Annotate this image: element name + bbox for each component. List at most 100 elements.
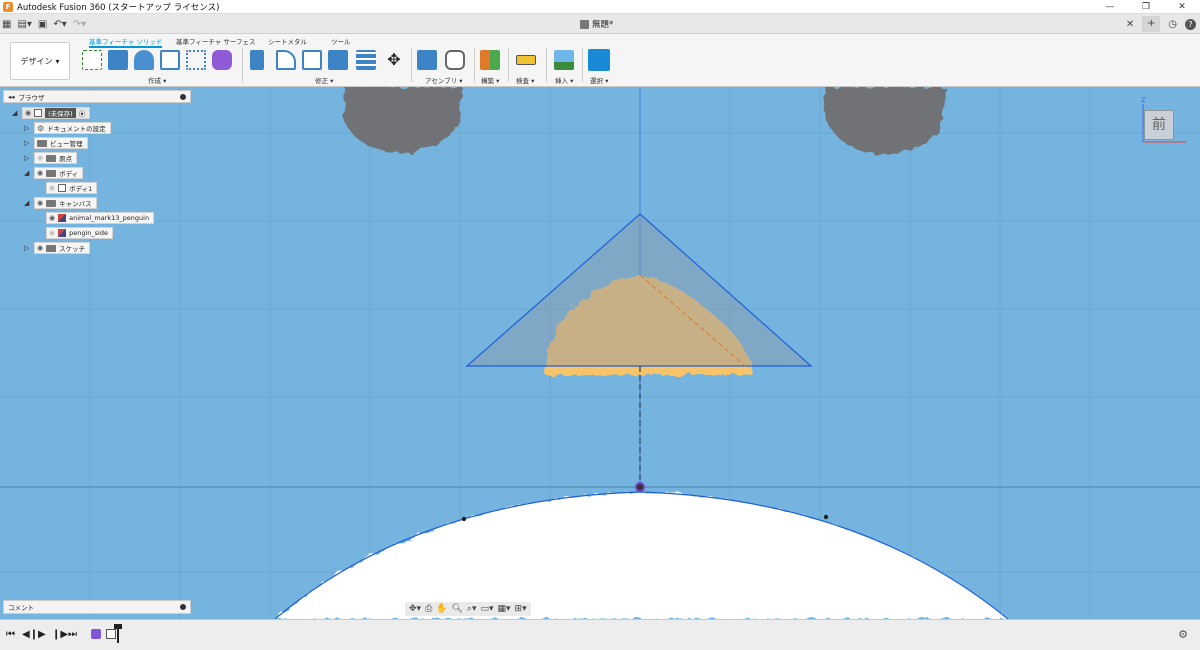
undo-icon[interactable]: ↶▾: [53, 19, 66, 30]
eye-icon[interactable]: ◉: [37, 169, 43, 177]
extrude-icon[interactable]: [108, 50, 128, 70]
browser-header[interactable]: ◂◂ ブラウザ: [3, 90, 191, 103]
document-tab[interactable]: 無題*: [580, 18, 613, 30]
pan-icon[interactable]: ✋: [436, 604, 447, 614]
form-icon[interactable]: [212, 50, 232, 70]
viewcube-front-face[interactable]: 前: [1144, 110, 1174, 140]
expand-icon[interactable]: ▷: [24, 124, 34, 132]
fillet-icon[interactable]: [276, 50, 296, 70]
expand-icon[interactable]: ◢: [12, 109, 22, 117]
zoom-icon[interactable]: 🔍︎: [451, 604, 462, 614]
step-forward-icon[interactable]: ❙▶: [52, 629, 68, 640]
viewcube[interactable]: Z 前: [1140, 96, 1190, 146]
browser-item-body1[interactable]: ◉ ボディ1: [36, 182, 98, 194]
browser-item-sketches[interactable]: ▷ ◉ スケッチ: [24, 242, 91, 254]
expand-icon[interactable]: ▷: [24, 244, 34, 252]
restore-button[interactable]: ❐: [1128, 0, 1164, 14]
new-tab-button[interactable]: +: [1142, 16, 1161, 32]
viewports-icon[interactable]: ⊞▾: [515, 604, 527, 614]
chevron-down-icon: ▾: [55, 56, 60, 66]
timeline-sketch-feature[interactable]: [106, 629, 116, 639]
fit-icon[interactable]: ⌕▾: [467, 604, 477, 614]
browser-item-canvas-side[interactable]: ◉ pengin_side: [36, 227, 113, 239]
go-to-end-icon[interactable]: ⏭: [68, 629, 77, 640]
tab-sheetmetal[interactable]: シートメタル: [268, 36, 307, 46]
tab-surface[interactable]: 基準フィーチャ サーフェス: [176, 36, 255, 46]
orbit-icon[interactable]: ✥▾: [409, 604, 421, 614]
group-inspect[interactable]: 検査 ▾: [516, 75, 534, 85]
group-insert[interactable]: 挿入 ▾: [555, 75, 573, 85]
workspace-switcher[interactable]: デザイン ▾: [10, 42, 70, 80]
joint-icon[interactable]: [445, 50, 465, 70]
press-pull-icon[interactable]: [250, 50, 264, 70]
expand-icon[interactable]: ▷: [24, 154, 34, 162]
collapse-icon[interactable]: ◂◂: [8, 93, 15, 101]
gear-icon[interactable]: ⚙: [1178, 628, 1188, 641]
group-modify[interactable]: 修正 ▾: [315, 75, 333, 85]
expand-icon[interactable]: ▷: [24, 139, 34, 147]
browser-root[interactable]: ◢ ◉ (未保存) ⦿: [12, 107, 91, 119]
eye-off-icon[interactable]: ◉: [49, 184, 55, 192]
insert-image-icon[interactable]: [554, 50, 574, 70]
browser-item-origin[interactable]: ▷ ◉ 原点: [24, 152, 78, 164]
move-icon[interactable]: ✥: [384, 50, 404, 70]
collapse-icon[interactable]: ◢: [24, 169, 34, 177]
chamfer-icon[interactable]: [302, 50, 322, 70]
close-tab-icon[interactable]: ✕: [1126, 19, 1134, 30]
close-button[interactable]: ✕: [1164, 0, 1200, 14]
pin-icon[interactable]: [180, 93, 186, 100]
browser-item-bodies[interactable]: ◢ ◉ ボディ: [24, 167, 84, 179]
browser-item-views[interactable]: ▷ ビュー管理: [24, 137, 88, 149]
step-back-icon[interactable]: ◀❙: [22, 629, 38, 640]
group-construct[interactable]: 構築 ▾: [481, 75, 499, 85]
radio-icon[interactable]: ⦿: [79, 108, 86, 118]
sketch-point-left[interactable]: [461, 516, 467, 522]
tab-solid[interactable]: 基準フィーチャ ソリッド: [89, 36, 163, 48]
split-icon[interactable]: [356, 50, 376, 70]
grid-settings-icon[interactable]: ▦▾: [498, 604, 511, 614]
display-settings-icon[interactable]: ▭▾: [480, 604, 493, 614]
file-icon[interactable]: ▤▾: [17, 19, 31, 30]
timeline-marker[interactable]: [117, 625, 119, 643]
sketch-point-right[interactable]: [823, 514, 829, 520]
construct-plane-icon[interactable]: [480, 50, 500, 70]
job-status-icon[interactable]: ◷: [1168, 19, 1177, 30]
new-sketch-icon[interactable]: [82, 50, 102, 70]
collapse-icon[interactable]: ◢: [24, 199, 34, 207]
select-icon[interactable]: [588, 49, 610, 71]
hole-icon[interactable]: [160, 50, 180, 70]
eye-off-icon[interactable]: ◉: [49, 229, 55, 237]
eye-icon[interactable]: ◉: [37, 199, 43, 207]
browser-item-canvases[interactable]: ◢ ◉ キャンバス: [24, 197, 97, 209]
browser-item-doc-settings[interactable]: ▷ ⚙ ドキュメントの設定: [24, 122, 111, 134]
new-component-icon[interactable]: [417, 50, 437, 70]
save-icon[interactable]: ▣: [38, 19, 47, 30]
go-to-start-icon[interactable]: ⏮: [6, 629, 15, 640]
timeline: ⏮ ◀❙ ▶ ❙▶ ⏭ ⚙: [0, 619, 1200, 650]
redo-icon[interactable]: ↷▾: [73, 19, 86, 30]
revolve-icon[interactable]: [134, 50, 154, 70]
combine-icon[interactable]: [328, 50, 348, 70]
group-assemble[interactable]: アセンブリ ▾: [425, 75, 463, 85]
pin-icon[interactable]: [180, 604, 186, 610]
help-icon[interactable]: ?: [1185, 18, 1196, 30]
grid-icon[interactable]: ▦: [2, 19, 11, 30]
eye-icon[interactable]: ◉: [49, 214, 55, 222]
browser-item-canvas-penguin[interactable]: ◉ animal_mark13_penguin: [36, 212, 155, 224]
minimize-button[interactable]: —: [1092, 0, 1128, 14]
canvas-viewport[interactable]: [0, 87, 1200, 619]
measure-icon[interactable]: [516, 55, 536, 65]
origin-point[interactable]: [635, 482, 645, 492]
pattern-icon[interactable]: [186, 50, 206, 70]
eye-icon[interactable]: ◉: [37, 244, 43, 252]
eye-icon[interactable]: ◉: [25, 109, 31, 117]
look-at-icon[interactable]: ⎙: [425, 604, 432, 614]
eye-off-icon[interactable]: ◉: [37, 154, 43, 162]
group-create[interactable]: 作成 ▾: [148, 75, 166, 85]
play-icon[interactable]: ▶: [38, 629, 46, 640]
timeline-form-feature[interactable]: [91, 629, 101, 639]
group-select[interactable]: 選択 ▾: [590, 75, 608, 85]
sketch-triangle[interactable]: [465, 213, 813, 367]
comments-panel[interactable]: コメント: [3, 600, 191, 614]
tab-tools[interactable]: ツール: [331, 36, 351, 46]
